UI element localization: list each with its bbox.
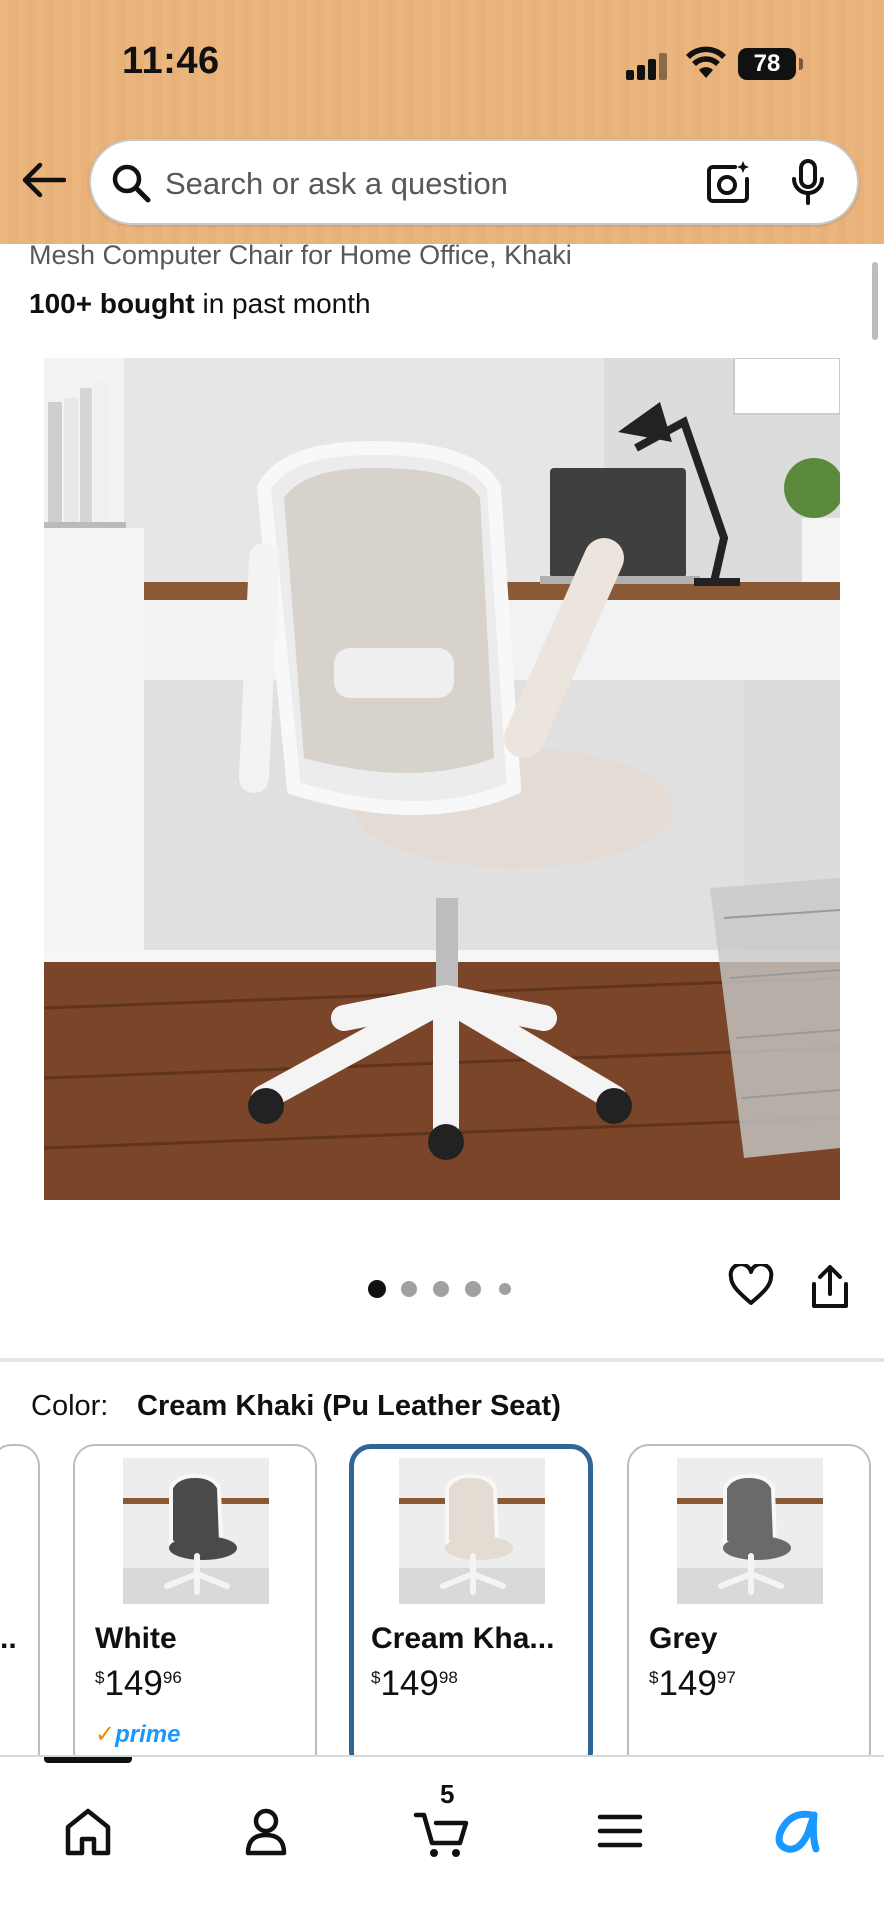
price-fraction: 96 <box>162 1668 182 1687</box>
price-whole: 149 <box>658 1664 717 1703</box>
swatch-color-name: White <box>95 1622 177 1655</box>
bought-suffix: in past month <box>194 288 371 319</box>
bought-count: 100+ bought <box>29 288 195 319</box>
carousel-dot[interactable] <box>465 1281 481 1297</box>
camera-search-icon[interactable] <box>705 159 751 205</box>
swatch-color-name: Cream Kha... <box>371 1622 555 1655</box>
wifi-icon <box>686 46 726 78</box>
prime-badge: ✓prime <box>95 1720 180 1749</box>
price-fraction: 97 <box>716 1668 736 1687</box>
price-whole: 149 <box>380 1664 439 1703</box>
rufus-icon[interactable] <box>768 1801 828 1861</box>
prime-label: prime <box>115 1721 181 1748</box>
back-arrow-icon[interactable] <box>20 160 66 200</box>
color-label: Color: <box>31 1390 109 1422</box>
search-input[interactable]: Search or ask a question <box>89 139 859 225</box>
swatch-color-name: Grey <box>649 1622 718 1655</box>
heart-icon[interactable] <box>728 1264 774 1306</box>
price-currency: $ <box>371 1668 381 1687</box>
carousel-dot[interactable] <box>499 1283 511 1295</box>
prime-check-icon: ✓ <box>95 1721 116 1748</box>
cart-count-badge: 5 <box>440 1779 455 1809</box>
product-title[interactable]: Mesh Computer Chair for Home Office, Kha… <box>29 240 572 271</box>
cart-icon[interactable] <box>412 1801 472 1861</box>
price-whole: 149 <box>104 1664 163 1703</box>
swatch-thumbnail <box>123 1458 269 1604</box>
color-swatch-partial[interactable] <box>0 1444 40 1774</box>
carousel-dot[interactable] <box>433 1281 449 1297</box>
price-currency: $ <box>95 1668 105 1687</box>
section-divider <box>0 1358 884 1362</box>
top-header: 11:46 78 Search or ask a question <box>0 0 884 244</box>
home-icon[interactable] <box>58 1801 118 1861</box>
price-fraction: 98 <box>438 1668 458 1687</box>
carousel-dot-active[interactable] <box>368 1280 386 1298</box>
nav-active-indicator <box>44 1757 132 1763</box>
menu-icon[interactable] <box>590 1801 650 1861</box>
bottom-nav: 5 <box>0 1755 884 1920</box>
partial-swatch-label: .. <box>0 1622 17 1655</box>
color-swatch[interactable]: White $14996 ✓prime <box>73 1444 317 1774</box>
swatch-price: $14996 <box>95 1664 182 1704</box>
battery-indicator: 78 <box>738 48 803 80</box>
search-icon <box>112 164 151 203</box>
search-placeholder: Search or ask a question <box>165 166 508 201</box>
product-image[interactable] <box>44 358 840 1200</box>
price-currency: $ <box>649 1668 659 1687</box>
color-swatch[interactable]: Grey $14997 <box>627 1444 871 1774</box>
cellular-signal-icon <box>626 52 670 80</box>
account-icon[interactable] <box>236 1801 296 1861</box>
scrollbar[interactable] <box>872 262 878 340</box>
selected-color: Cream Khaki (Pu Leather Seat) <box>137 1390 561 1422</box>
swatch-price: $14997 <box>649 1664 736 1704</box>
microphone-icon[interactable] <box>791 159 825 205</box>
bought-in-past-month: 100+ bought in past month <box>29 288 371 320</box>
swatch-thumbnail <box>399 1458 545 1604</box>
status-time: 11:46 <box>122 40 220 82</box>
share-icon[interactable] <box>810 1264 850 1310</box>
color-swatch[interactable]: Cream Kha... $14998 <box>349 1444 593 1774</box>
carousel-dot[interactable] <box>401 1281 417 1297</box>
swatch-thumbnail <box>677 1458 823 1604</box>
swatch-price: $14998 <box>371 1664 458 1704</box>
